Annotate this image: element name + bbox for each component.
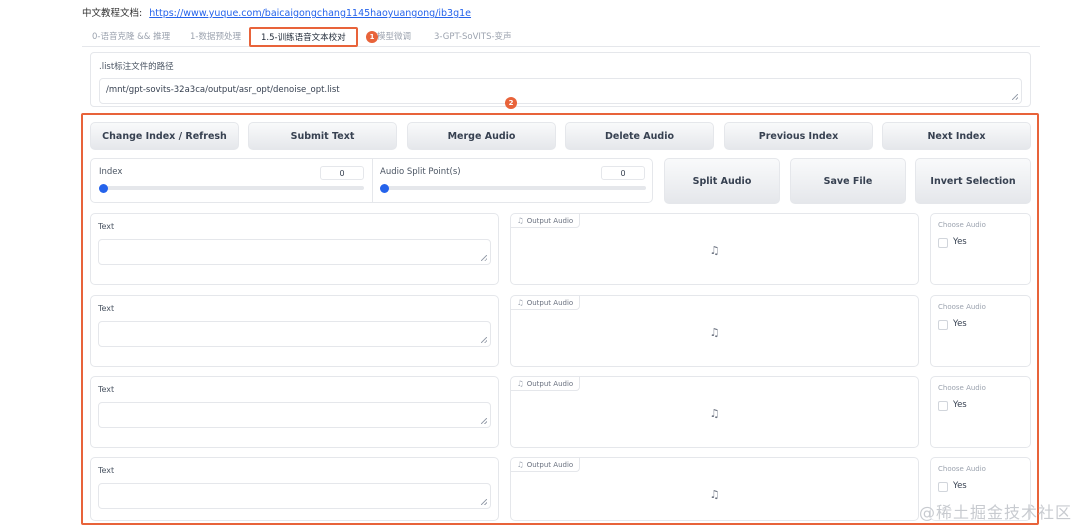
output-audio-label: Output Audio <box>526 217 574 225</box>
text-input[interactable] <box>98 402 491 428</box>
invert-selection-button[interactable]: Invert Selection <box>915 158 1031 204</box>
music-placeholder-icon: ♫ <box>709 407 720 420</box>
resize-handle-icon[interactable] <box>481 255 487 261</box>
output-audio-label: Output Audio <box>526 380 574 388</box>
list-path-value: /mnt/gpt-sovits-32a3ca/output/asr_opt/de… <box>106 85 340 95</box>
tutorial-doc-line: 中文教程文档: https://www.yuque.com/baicaigong… <box>82 5 471 19</box>
output-audio-tag: ♫ Output Audio <box>511 296 581 310</box>
music-note-icon: ♫ <box>517 216 524 225</box>
list-path-input[interactable]: /mnt/gpt-sovits-32a3ca/output/asr_opt/de… <box>99 78 1022 104</box>
yes-checkbox-label[interactable]: Yes <box>953 481 967 491</box>
list-path-label: .list标注文件的路径 <box>99 62 174 72</box>
music-note-icon: ♫ <box>517 379 524 388</box>
music-note-icon: ♫ <box>517 460 524 469</box>
resize-handle-icon[interactable] <box>481 337 487 343</box>
yes-checkbox[interactable] <box>938 482 948 492</box>
tab-text-proofread[interactable]: 1.5-训练语音文本校对 <box>250 28 357 46</box>
split-slider-label: Audio Split Point(s) <box>380 167 461 177</box>
tab-voice-clone-inference[interactable]: 0-语音克隆 && 推理 <box>92 28 170 46</box>
callout-badge-1: 1 <box>366 31 378 43</box>
music-placeholder-icon: ♫ <box>709 244 720 257</box>
tab-voice-change[interactable]: 3-GPT-SoVITS-变声 <box>434 28 512 46</box>
text-panel: Text <box>90 376 499 448</box>
text-label: Text <box>98 304 115 313</box>
text-panel: Text <box>90 457 499 521</box>
split-audio-button[interactable]: Split Audio <box>664 158 780 204</box>
output-audio-tag: ♫ Output Audio <box>511 377 581 391</box>
text-input[interactable] <box>98 483 491 509</box>
index-slider-thumb[interactable] <box>99 183 108 193</box>
delete-audio-button[interactable]: Delete Audio <box>565 122 714 150</box>
submit-text-button[interactable]: Submit Text <box>248 122 397 150</box>
text-panel: Text <box>90 295 499 367</box>
next-index-button[interactable]: Next Index <box>882 122 1031 150</box>
tutorial-doc-link[interactable]: https://www.yuque.com/baicaigongchang114… <box>149 8 471 19</box>
yes-checkbox[interactable] <box>938 238 948 248</box>
text-label: Text <box>98 222 115 231</box>
output-audio-panel: ♫ Output Audio ♫ <box>510 376 919 448</box>
tab-divider <box>82 46 1040 47</box>
watermark: @稀土掘金技术社区 <box>918 503 1072 522</box>
split-number-input[interactable]: 0 <box>601 166 645 180</box>
resize-handle-icon[interactable] <box>481 499 487 505</box>
text-input[interactable] <box>98 321 491 347</box>
save-file-button[interactable]: Save File <box>790 158 906 204</box>
index-slider-label: Index <box>99 167 123 177</box>
tab-model-finetune[interactable]: 模型微调 <box>377 28 411 46</box>
output-audio-tag: ♫ Output Audio <box>511 458 581 472</box>
music-note-icon: ♫ <box>517 298 524 307</box>
text-input[interactable] <box>98 239 491 265</box>
output-audio-panel: ♫ Output Audio ♫ <box>510 213 919 285</box>
tab-data-preprocess[interactable]: 1-数据预处理 <box>190 28 241 46</box>
slider-divider <box>372 159 373 202</box>
choose-audio-panel: Choose Audio Yes <box>930 376 1031 448</box>
music-placeholder-icon: ♫ <box>709 488 720 501</box>
resize-handle-icon[interactable] <box>481 418 487 424</box>
tab-bar: 0-语音克隆 && 推理 1-数据预处理 1.5-训练语音文本校对 模型微调 3… <box>82 28 1042 46</box>
split-slider-track[interactable] <box>381 186 646 190</box>
choose-audio-label: Choose Audio <box>938 303 986 311</box>
choose-audio-label: Choose Audio <box>938 465 986 473</box>
tutorial-doc-label: 中文教程文档: <box>82 8 143 19</box>
yes-checkbox[interactable] <box>938 401 948 411</box>
music-placeholder-icon: ♫ <box>709 326 720 339</box>
change-index-button[interactable]: Change Index / Refresh <box>90 122 239 150</box>
resize-handle-icon[interactable] <box>1012 94 1018 100</box>
index-slider-track[interactable] <box>100 186 364 190</box>
choose-audio-label: Choose Audio <box>938 221 986 229</box>
callout-badge-2: 2 <box>505 97 517 109</box>
split-slider-thumb[interactable] <box>380 183 389 193</box>
text-label: Text <box>98 466 115 475</box>
choose-audio-panel: Choose Audio Yes <box>930 213 1031 285</box>
index-number-input[interactable]: 0 <box>320 166 364 180</box>
yes-checkbox[interactable] <box>938 320 948 330</box>
choose-audio-panel: Choose Audio Yes <box>930 295 1031 367</box>
output-audio-panel: ♫ Output Audio ♫ <box>510 457 919 521</box>
text-label: Text <box>98 385 115 394</box>
output-audio-label: Output Audio <box>526 299 574 307</box>
previous-index-button[interactable]: Previous Index <box>724 122 873 150</box>
output-audio-panel: ♫ Output Audio ♫ <box>510 295 919 367</box>
choose-audio-label: Choose Audio <box>938 384 986 392</box>
list-path-panel: .list标注文件的路径 /mnt/gpt-sovits-32a3ca/outp… <box>90 52 1031 107</box>
merge-audio-button[interactable]: Merge Audio <box>407 122 556 150</box>
slider-panel: Index 0 Audio Split Point(s) 0 <box>90 158 653 203</box>
yes-checkbox-label[interactable]: Yes <box>953 400 967 410</box>
text-panel: Text <box>90 213 499 285</box>
yes-checkbox-label[interactable]: Yes <box>953 237 967 247</box>
output-audio-tag: ♫ Output Audio <box>511 214 581 228</box>
output-audio-label: Output Audio <box>526 461 574 469</box>
yes-checkbox-label[interactable]: Yes <box>953 319 967 329</box>
